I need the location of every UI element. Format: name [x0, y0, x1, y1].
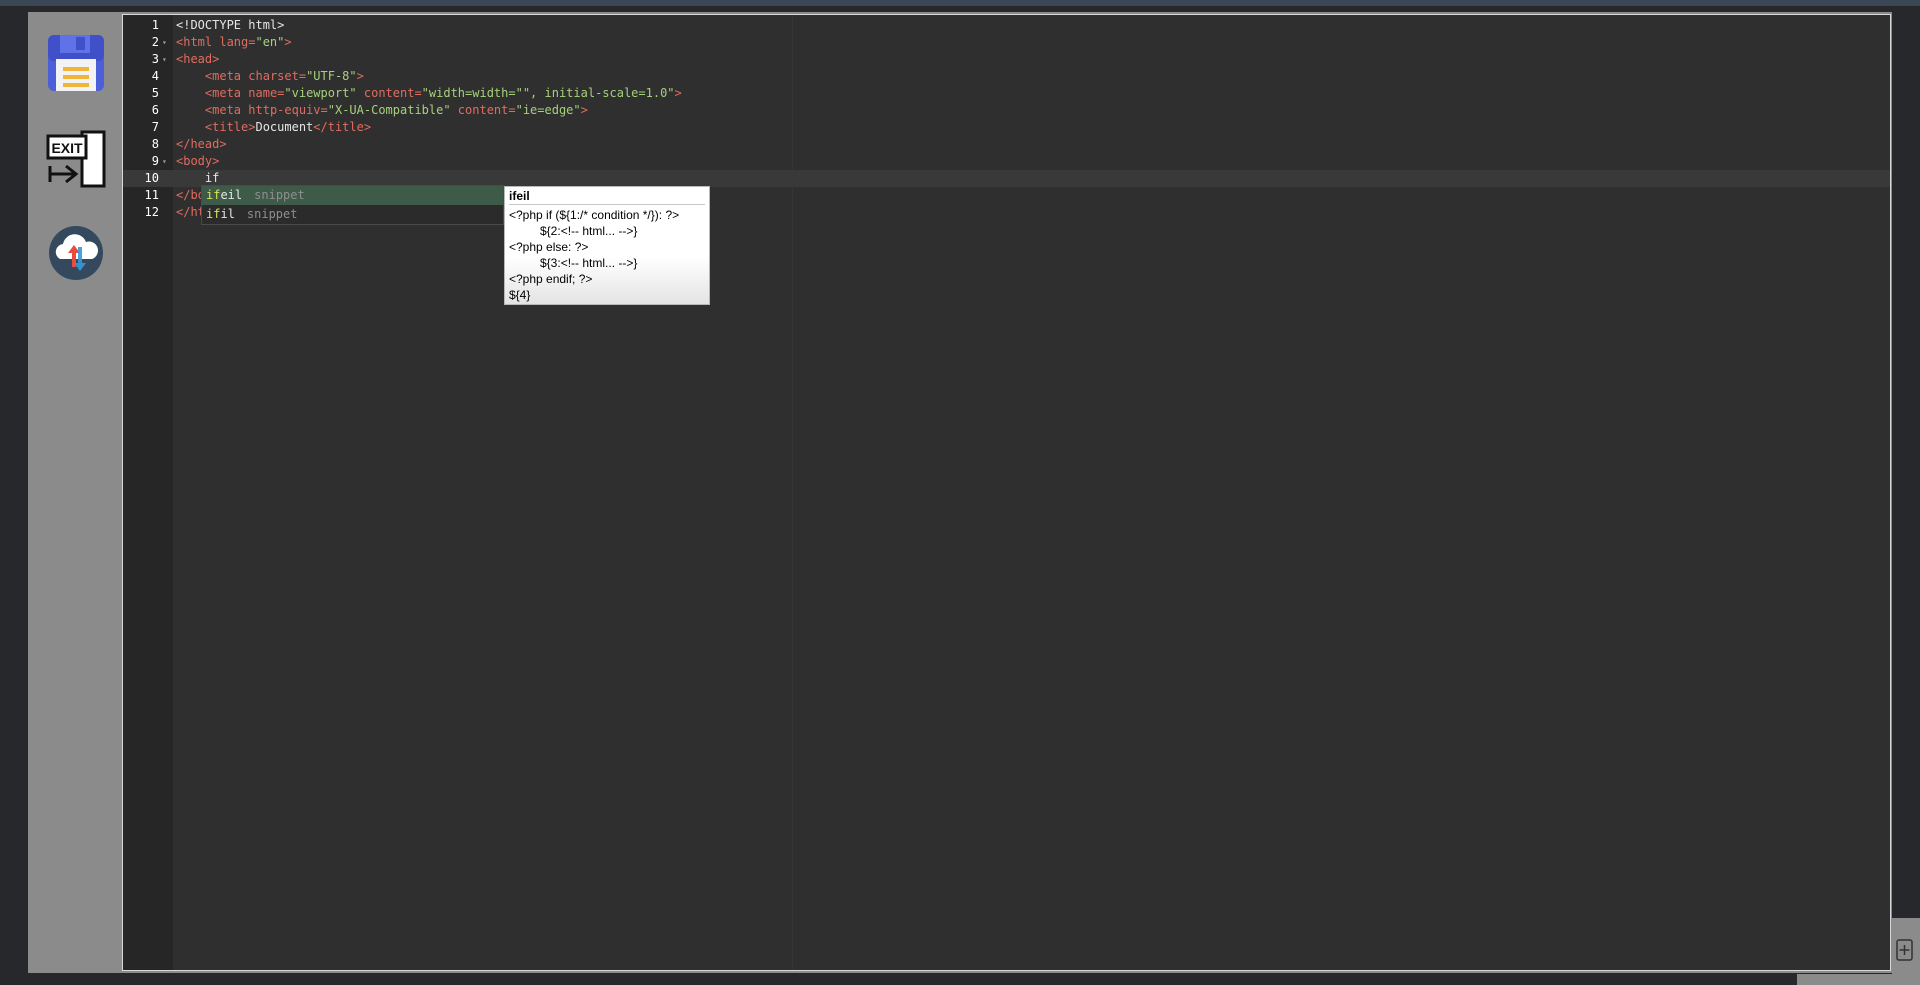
side-toolbar: EXIT [28, 12, 122, 973]
code-token: <meta [204, 86, 249, 100]
cloud-upload-download-icon [49, 226, 103, 280]
autocomplete-match: if [206, 188, 221, 202]
cloud-sync-button[interactable] [46, 223, 106, 287]
code-token: <!DOCTYPE html> [176, 18, 285, 32]
doc-tooltip-title: ifeil [509, 189, 705, 205]
doc-tooltip-line: ${4} [509, 288, 531, 302]
code-line[interactable]: 8 </head> [123, 136, 1890, 153]
autocomplete-rest: eil [220, 188, 243, 202]
doc-tooltip-line: <?php else: ?> [509, 240, 589, 254]
doc-tooltip-line: <?php if (${1:/* condition */}): ?> [509, 208, 680, 222]
line-code: <body> [176, 153, 219, 170]
autocomplete-meta: snippet [246, 207, 298, 221]
code-token: > [674, 86, 682, 100]
code-token: charset= [248, 69, 307, 83]
floppy-disk-icon [48, 35, 104, 91]
fold-toggle-icon[interactable]: ▾ [162, 34, 167, 51]
line-code: <meta http-equiv="X-UA-Compatible" conte… [176, 102, 588, 119]
code-token: "en" [255, 35, 285, 49]
code-token: <meta [204, 103, 249, 117]
line-number: 9 [151, 154, 159, 168]
autocomplete-popup[interactable]: ifeil snippet ifil snippet [201, 185, 504, 225]
code-line[interactable]: 7 <title>Document</title> [123, 119, 1890, 136]
code-line[interactable]: 1 <!DOCTYPE html> [123, 17, 1890, 34]
code-token: "viewport" [284, 86, 357, 100]
code-token: <html [176, 35, 220, 49]
code-token: content= [450, 103, 516, 117]
code-token: </head> [176, 137, 227, 151]
line-number: 10 [144, 171, 159, 185]
autocomplete-item[interactable]: ifil snippet [202, 205, 503, 224]
code-token: > [580, 103, 588, 117]
doc-tooltip-body: <?php if (${1:/* condition */}): ?> ${2:<… [509, 207, 705, 303]
corner-panel [1797, 974, 1920, 985]
code-token: <head> [176, 52, 220, 66]
line-number: 1 [151, 18, 159, 32]
code-token: name= [248, 86, 285, 100]
line-number: 8 [151, 137, 159, 151]
code-token: if [176, 171, 220, 185]
code-token: "ie=edge" [515, 103, 581, 117]
line-code: <title>Document</title> [176, 119, 371, 136]
svg-text:EXIT: EXIT [51, 140, 83, 156]
code-token: http-equiv= [248, 103, 328, 117]
code-line[interactable]: 9 ▾ <body> [123, 153, 1890, 170]
code-token: lang= [219, 35, 256, 49]
code-token: <title> [204, 120, 256, 134]
line-number: 5 [151, 86, 159, 100]
code-token: "width=width="", initial-scale=1.0" [421, 86, 675, 100]
doc-tooltip-line: ${2:<!-- html... -->} [540, 224, 638, 238]
code-line[interactable]: 4 <meta charset="UTF-8"> [123, 68, 1890, 85]
code-token: <body> [176, 154, 220, 168]
autocomplete-match: if [206, 207, 221, 221]
line-code: <head> [176, 51, 219, 68]
add-file-icon[interactable] [1893, 937, 1915, 963]
code-token: Document [255, 120, 314, 134]
code-editor[interactable]: 1 <!DOCTYPE html> 2 ▾ <html lang="en"> 3 ▾ <hea… [122, 14, 1891, 971]
line-number: 11 [144, 188, 159, 202]
line-number: 12 [144, 205, 159, 219]
code-line[interactable]: 6 <meta http-equiv="X-UA-Compatible" con… [123, 102, 1890, 119]
line-number: 7 [151, 120, 159, 134]
line-code: <!DOCTYPE html> [176, 17, 284, 34]
code-line[interactable]: 3 ▾ <head> [123, 51, 1890, 68]
line-number: 2 [151, 35, 159, 49]
code-line[interactable]: 5 <meta name="viewport" content="width=w… [123, 85, 1890, 102]
autocomplete-item[interactable]: ifeil snippet [202, 186, 503, 205]
fold-toggle-icon[interactable]: ▾ [162, 153, 167, 170]
exit-button[interactable]: EXIT [46, 126, 106, 190]
snippet-doc-tooltip: ifeil <?php if (${1:/* condition */}): ?… [504, 186, 710, 305]
exit-door-icon: EXIT [46, 130, 106, 188]
code-token: > [284, 35, 292, 49]
code-token: > [356, 69, 364, 83]
line-code: <meta charset="UTF-8"> [176, 68, 364, 85]
autocomplete-rest: il [220, 207, 235, 221]
fold-toggle-icon[interactable]: ▾ [162, 51, 167, 68]
line-code: <meta name="viewport" content="width=wid… [176, 85, 682, 102]
code-token: content= [356, 86, 422, 100]
line-number: 4 [151, 69, 159, 83]
doc-tooltip-line: ${3:<!-- html... -->} [540, 256, 638, 270]
code-token: </title> [313, 120, 372, 134]
doc-tooltip-line: <?php endif; ?> [509, 272, 593, 286]
line-number: 3 [151, 52, 159, 66]
line-code: </head> [176, 136, 227, 153]
code-token: "UTF-8" [306, 69, 357, 83]
line-number: 6 [151, 103, 159, 117]
top-bar [0, 0, 1920, 6]
autocomplete-meta: snippet [254, 188, 305, 202]
save-button[interactable] [46, 33, 106, 97]
code-line[interactable]: 2 ▾ <html lang="en"> [123, 34, 1890, 51]
line-code: <html lang="en"> [176, 34, 292, 51]
code-token: "X-UA-Compatible" [327, 103, 451, 117]
code-token: <meta [204, 69, 249, 83]
